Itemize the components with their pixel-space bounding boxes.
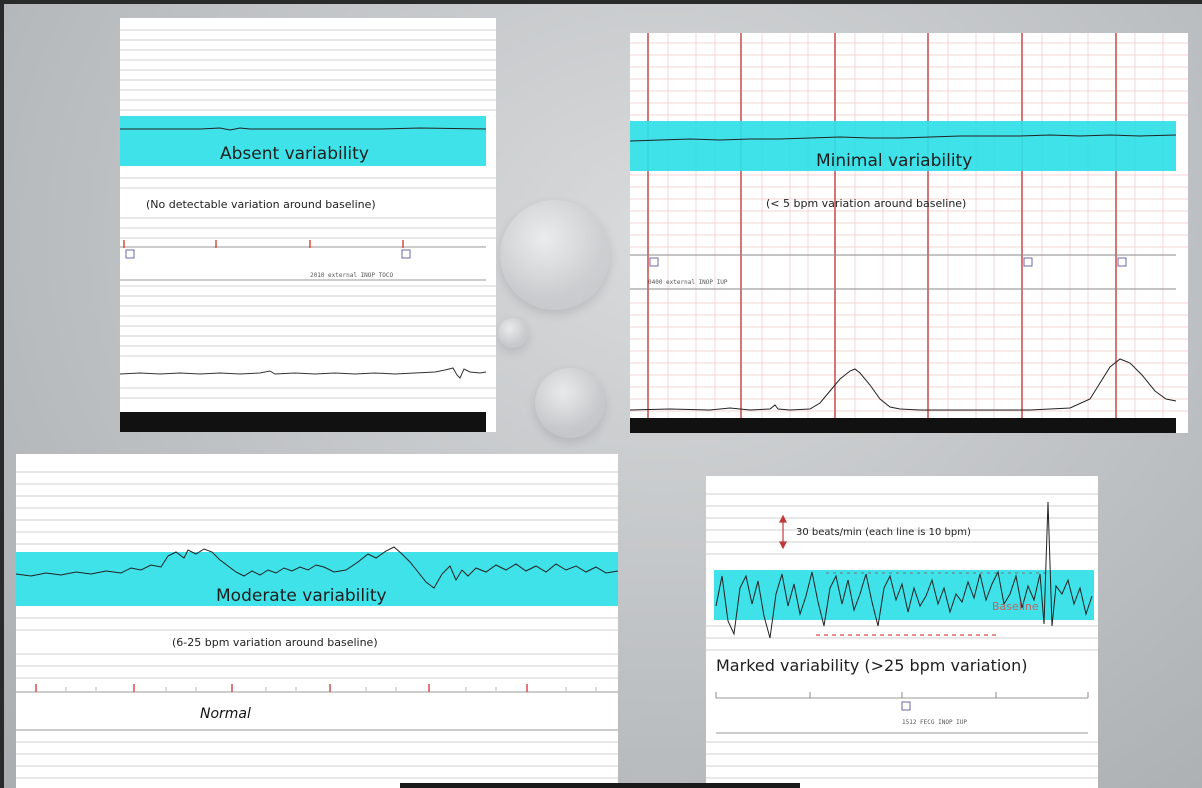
panel-minimal-variability: Minimal variability (< 5 bpm variation a… [630,33,1188,433]
monitor-annotation: 1512 FECG INOP IUP [902,719,968,726]
bottom-edge-bar [400,783,800,788]
water-drop-decoration [498,318,528,348]
panel-title: Minimal variability [816,151,973,171]
scale-note: 30 beats/min (each line is 10 bpm) [796,527,971,538]
window-frame-top [0,0,1202,4]
baseline-label: Baseline [992,600,1039,613]
panel-marked-variability: 30 beats/min (each line is 10 bpm) Basel… [706,476,1098,788]
panel-absent-variability: Absent variability (No detectable variat… [120,18,496,432]
water-drop-decoration [500,200,610,310]
minimal-fhr-trace [630,134,1177,142]
window-frame-left [0,0,4,788]
marked-fhr-trace [715,501,1093,639]
moderate-fhr-trace [16,546,618,589]
panel-subtitle: (< 5 bpm variation around baseline) [766,197,967,210]
monitor-annotation: 0400 external INOP IUP [648,279,728,286]
panel-title: Moderate variability [216,586,387,606]
panel-subtitle: (6-25 bpm variation around baseline) [172,636,378,649]
handwritten-note: Normal [200,706,251,722]
panel-title: Absent variability [220,144,369,164]
absent-fhr-trace [120,127,487,131]
panel-subtitle: (No detectable variation around baseline… [146,198,376,211]
panel-title: Marked variability (>25 bpm variation) [716,656,1028,675]
panel-moderate-variability: Moderate variability (6-25 bpm variation… [16,454,618,788]
monitor-annotation: 2010 external INOP TOCO [310,272,394,279]
water-drop-decoration [535,368,605,438]
